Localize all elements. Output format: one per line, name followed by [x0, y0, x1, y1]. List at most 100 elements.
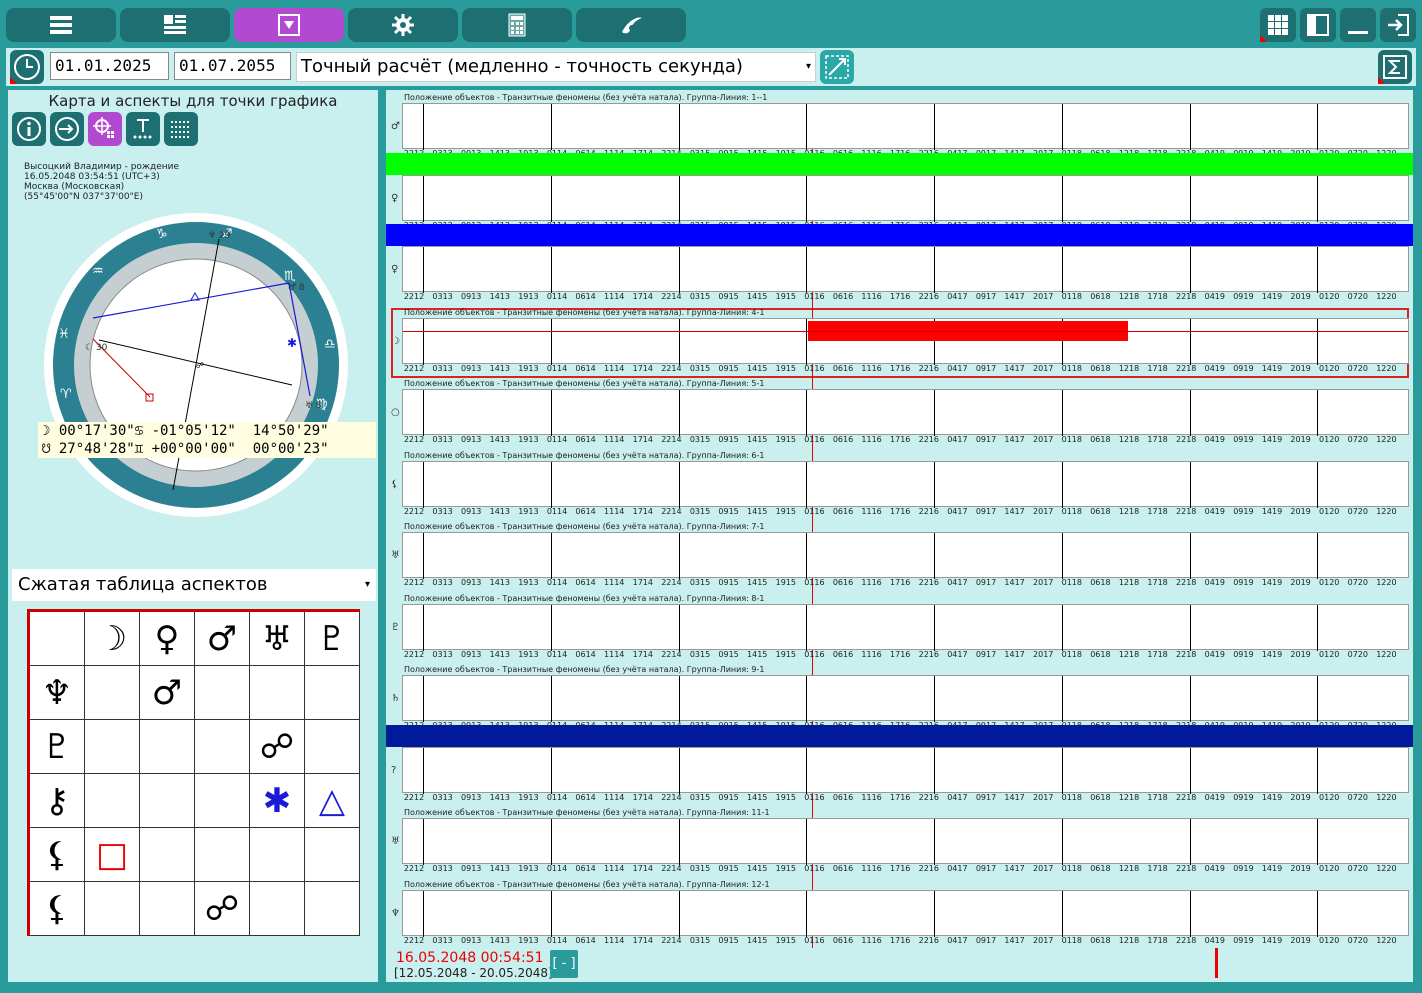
- tick-label: 1218: [1118, 435, 1140, 444]
- timeline-row[interactable]: Положение объектов - Транзитные феномены…: [386, 880, 1413, 951]
- row-plot[interactable]: [402, 532, 1409, 579]
- list-button[interactable]: [164, 112, 198, 146]
- timeline-row[interactable]: Положение объектов - Транзитные феномены…: [386, 808, 1413, 879]
- grid-button[interactable]: [1260, 8, 1296, 42]
- gridline: [423, 747, 424, 794]
- timeline-row[interactable]: Положение объектов - Транзитные феномены…: [386, 522, 1413, 593]
- aspect-cell[interactable]: [139, 881, 195, 936]
- aspect-cell[interactable]: [139, 719, 195, 774]
- tick-label: 2218: [1176, 792, 1197, 802]
- row-band[interactable]: [386, 224, 1413, 246]
- minimize-button[interactable]: [1340, 8, 1376, 42]
- aspect-cell[interactable]: [84, 773, 140, 828]
- collapse-button[interactable]: [ - ]: [550, 950, 578, 978]
- timeline-row[interactable]: Положение объектов - Транзитные феномены…: [386, 308, 1413, 379]
- date-from-input[interactable]: 01.01.2025: [50, 52, 169, 80]
- tick-label: 0913: [461, 935, 482, 945]
- aspect-cell[interactable]: [194, 665, 250, 720]
- sextile-icon[interactable]: ✱: [249, 773, 305, 828]
- row-band[interactable]: [386, 152, 1413, 175]
- tick-label: 0313: [432, 292, 453, 301]
- aspect-cell[interactable]: [304, 719, 360, 774]
- row-plot[interactable]: [402, 889, 1409, 937]
- row-plot[interactable]: [402, 603, 1409, 651]
- tick-label: 1915: [775, 363, 796, 373]
- aspect-cell[interactable]: [304, 881, 360, 936]
- info-button[interactable]: [12, 112, 46, 146]
- square-icon[interactable]: □: [84, 827, 140, 882]
- panel-button[interactable]: [1300, 8, 1336, 42]
- aspect-cell[interactable]: [139, 827, 195, 882]
- sum-button[interactable]: [1378, 50, 1412, 84]
- date-to-input[interactable]: 01.07.2055: [174, 52, 291, 80]
- tick-label: 1116: [861, 435, 882, 444]
- opposition-icon[interactable]: ☍: [249, 719, 305, 774]
- aspect-cell[interactable]: [194, 827, 250, 882]
- transfer-button[interactable]: [50, 112, 84, 146]
- row-band[interactable]: [386, 724, 1413, 747]
- timeline-panel[interactable]: 16.05.2048 00:54:51 [12.05.2048 - 20.05.…: [386, 90, 1413, 982]
- row-plot[interactable]: [402, 818, 1409, 865]
- row-plot[interactable]: [402, 675, 1409, 722]
- aspect-cell[interactable]: [84, 665, 140, 720]
- aspect-cell[interactable]: [194, 773, 250, 828]
- calculator-button[interactable]: [462, 8, 572, 42]
- row-plot[interactable]: [402, 460, 1409, 508]
- tick-label: 1220: [1376, 292, 1397, 301]
- menu-button[interactable]: [6, 8, 116, 42]
- aspect-cell[interactable]: [84, 719, 140, 774]
- aspect-cell[interactable]: [194, 719, 250, 774]
- exit-button[interactable]: [1380, 8, 1416, 42]
- tick-label: 0915: [718, 363, 739, 373]
- chart-panel: Карта и аспекты для точки графика Высоцк…: [8, 90, 378, 982]
- row-plot[interactable]: [402, 246, 1409, 293]
- tick-label: 1714: [632, 292, 653, 301]
- logo-button[interactable]: [576, 8, 686, 42]
- row-plot[interactable]: [402, 103, 1409, 150]
- row-ticks: 2212 0313 0913 1413 1913 0114 0614 1114 1714 2214…: [402, 936, 1409, 948]
- aspect-cell[interactable]: [139, 773, 195, 828]
- menu-icon: [50, 16, 72, 34]
- row-plot[interactable]: [402, 174, 1409, 222]
- opposition-icon[interactable]: ☍: [194, 881, 250, 936]
- gridline: [679, 318, 680, 365]
- aspect-cell[interactable]: [249, 881, 305, 936]
- tick-label: 1915: [775, 435, 796, 444]
- layout-button[interactable]: [120, 8, 230, 42]
- timeline-row[interactable]: Положение объектов - Транзитные феномены…: [386, 594, 1413, 665]
- zodiac-wheel[interactable]: ♑♒♓♈♐♏♎♍ ✱ ☍ ♆ 29♂ 8☾ 30♅ 8: [40, 200, 360, 530]
- timeline-row[interactable]: Положение объектов - Транзитные феномены…: [386, 724, 1413, 808]
- trine-icon[interactable]: △: [304, 773, 360, 828]
- tick-label: 0618: [1090, 864, 1111, 873]
- conjunction-icon[interactable]: ♂: [139, 665, 195, 720]
- tick-label: 2216: [918, 792, 939, 802]
- tick-label: 1413: [489, 649, 510, 659]
- row-plot[interactable]: [402, 317, 1409, 365]
- gridline: [806, 676, 807, 722]
- aspect-cell[interactable]: [304, 827, 360, 882]
- timeline-row[interactable]: Положение объектов - Транзитные феномены…: [386, 379, 1413, 450]
- tick-label: 1116: [861, 578, 882, 587]
- aspect-cell[interactable]: [249, 827, 305, 882]
- target-grid-button[interactable]: [88, 112, 122, 146]
- calculation-mode-select[interactable]: Точный расчёт (медленно - точность секун…: [296, 52, 816, 82]
- clock-button[interactable]: [10, 50, 44, 84]
- tick-label: 0614: [575, 792, 596, 802]
- aspect-cell[interactable]: [304, 665, 360, 720]
- tick-label: 0616: [832, 506, 854, 516]
- aspect-cell[interactable]: [249, 665, 305, 720]
- tick-label: 1714: [632, 435, 653, 444]
- settings-button[interactable]: [348, 8, 458, 42]
- tick-label: 0315: [689, 435, 711, 444]
- row-plot[interactable]: [402, 746, 1409, 794]
- tick-label: 2212: [403, 792, 425, 802]
- text-button[interactable]: [126, 112, 160, 146]
- aspect-cell[interactable]: [84, 881, 140, 936]
- aspect-table-select[interactable]: Сжатая таблица аспектов ▾: [12, 569, 376, 601]
- filter-button[interactable]: [234, 8, 344, 42]
- timeline-row[interactable]: Положение объектов - Транзитные феномены…: [386, 224, 1413, 307]
- timeline-row[interactable]: Положение объектов - Транзитные феномены…: [386, 451, 1413, 522]
- row-plot[interactable]: [402, 389, 1409, 436]
- chart-edit-button[interactable]: [820, 50, 854, 84]
- gridline: [1062, 604, 1063, 651]
